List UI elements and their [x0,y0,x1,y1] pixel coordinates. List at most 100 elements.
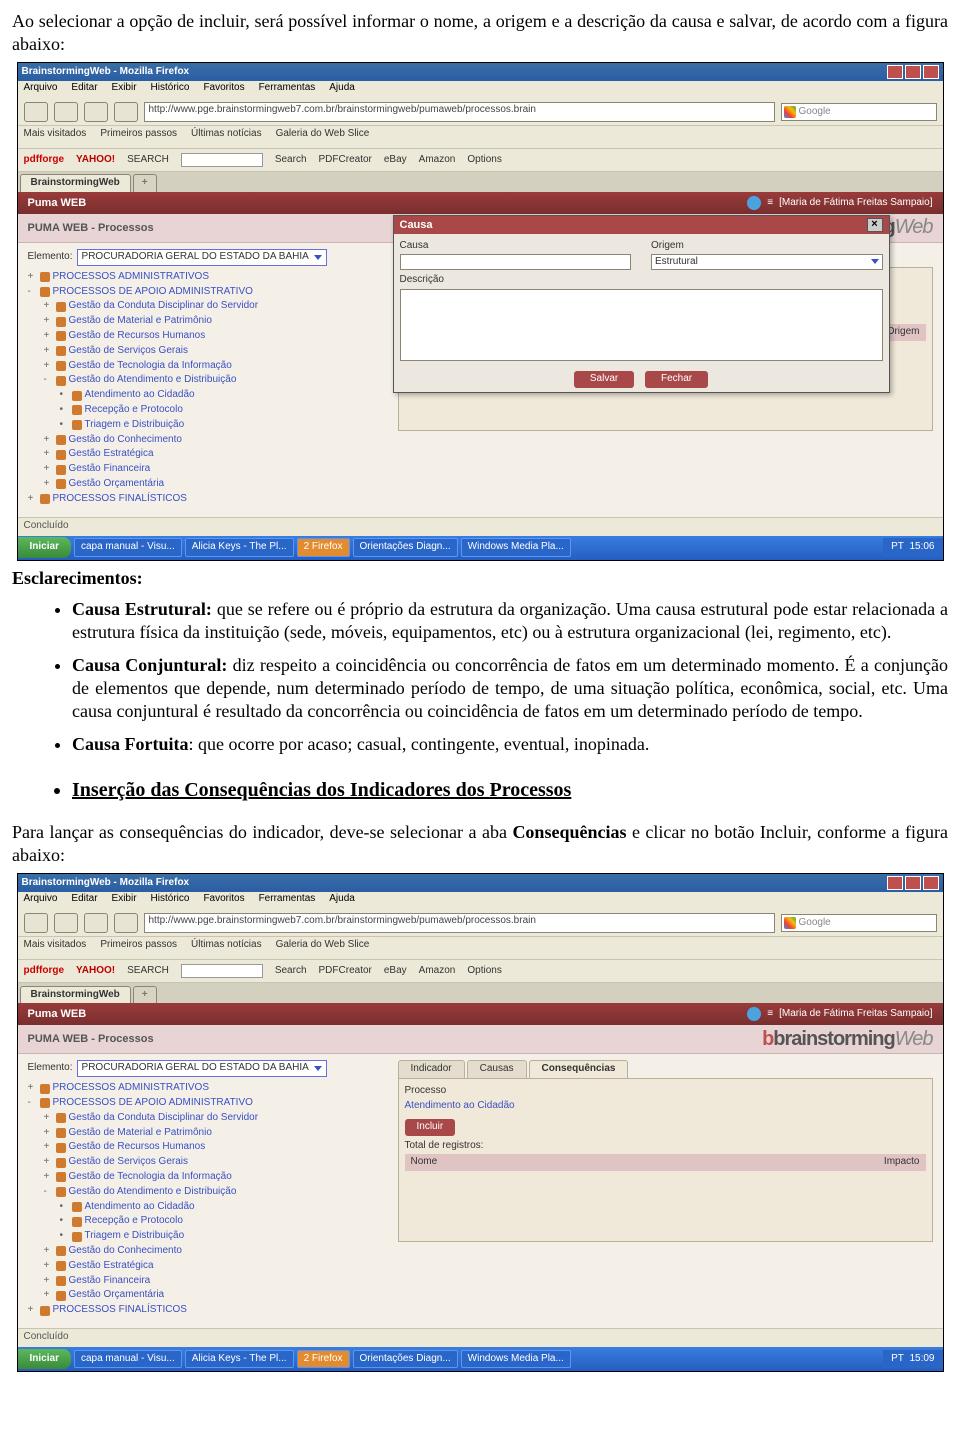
tab-consequencias[interactable]: Consequências [529,1060,629,1078]
tree-node[interactable]: •Atendimento ao Cidadão [60,1200,388,1215]
task-item[interactable]: capa manual - Visu... [74,538,182,557]
help-icon[interactable] [747,196,761,210]
options-link[interactable]: Options [467,965,501,978]
tree-node[interactable]: -Gestão do Atendimento e Distribuição [44,1185,388,1200]
menu-arquivo[interactable]: Arquivo [24,893,58,909]
menu-favoritos[interactable]: Favoritos [203,82,244,98]
task-item[interactable]: 2 Firefox [297,1350,350,1369]
tree-node[interactable]: •Recepção e Protocolo [60,403,388,418]
tree-node[interactable]: •Triagem e Distribuição [60,418,388,433]
tree-node[interactable]: •Atendimento ao Cidadão [60,388,388,403]
tree-node[interactable]: +Gestão do Conhecimento [44,433,388,448]
browser-menubar[interactable]: Arquivo Editar Exibir Histórico Favorito… [18,892,943,910]
tree-node[interactable]: +Gestão Orçamentária [44,477,388,492]
window-controls[interactable] [887,65,939,79]
yahoo-search-button[interactable]: Search [275,154,307,167]
tree-node[interactable]: -PROCESSOS DE APOIO ADMINISTRATIVO [28,1096,388,1111]
tree-node[interactable]: +Gestão da Conduta Disciplinar do Servid… [44,299,388,314]
bookmark-item[interactable]: Mais visitados [24,939,87,957]
pdfcreator-link[interactable]: PDFCreator [319,965,372,978]
task-item[interactable]: 2 Firefox [297,538,350,557]
browser-menubar[interactable]: Arquivo Editar Exibir Histórico Favorito… [18,81,943,99]
window-controls[interactable] [887,876,939,890]
menu-ferramentas[interactable]: Ferramentas [259,893,316,909]
ebay-link[interactable]: eBay [384,154,407,167]
bookmark-item[interactable]: Primeiros passos [100,939,177,957]
back-button[interactable] [24,913,48,933]
help-icon[interactable] [747,1007,761,1021]
tree-node[interactable]: •Recepção e Protocolo [60,1214,388,1229]
salvar-button[interactable]: Salvar [574,371,634,388]
menu-exibir[interactable]: Exibir [112,893,137,909]
origem-select[interactable]: Estrutural [651,254,883,270]
options-link[interactable]: Options [467,154,501,167]
home-button[interactable] [114,102,138,122]
url-bar[interactable]: http://www.pge.brainstormingweb7.com.br/… [144,102,775,122]
tree-node[interactable]: +Gestão do Conhecimento [44,1244,388,1259]
tree-node[interactable]: +Gestão de Serviços Gerais [44,1155,388,1170]
task-item[interactable]: Alicia Keys - The Pl... [185,538,294,557]
browser-search[interactable]: Google [781,914,937,932]
pdfforge-link[interactable]: pdfforge [24,965,65,978]
tree-node[interactable]: +PROCESSOS ADMINISTRATIVOS [28,1081,388,1096]
tree-node[interactable]: +Gestão de Serviços Gerais [44,344,388,359]
task-item[interactable]: capa manual - Visu... [74,1350,182,1369]
tree-node[interactable]: +Gestão Financeira [44,1274,388,1289]
menu-ajuda[interactable]: Ajuda [329,82,355,98]
reload-button[interactable] [84,102,108,122]
pdfforge-link[interactable]: pdfforge [24,154,65,167]
ebay-link[interactable]: eBay [384,965,407,978]
menu-arquivo[interactable]: Arquivo [24,82,58,98]
tree-node[interactable]: +Gestão de Material e Patrimônio [44,314,388,329]
tree-node[interactable]: +Gestão Financeira [44,462,388,477]
back-button[interactable] [24,102,48,122]
menu-historico[interactable]: Histórico [151,893,190,909]
tree-node[interactable]: +Gestão Estratégica [44,1259,388,1274]
fechar-button[interactable]: Fechar [645,371,708,388]
menu-ferramentas[interactable]: Ferramentas [259,82,316,98]
forward-button[interactable] [54,913,78,933]
menu-exibir[interactable]: Exibir [112,82,137,98]
tree-node[interactable]: -PROCESSOS DE APOIO ADMINISTRATIVO [28,285,388,300]
tree-node[interactable]: +Gestão da Conduta Disciplinar do Servid… [44,1111,388,1126]
elemento-combo[interactable]: PROCURADORIA GERAL DO ESTADO DA BAHIA [77,249,327,266]
tree-node[interactable]: +PROCESSOS FINALÍSTICOS [28,492,388,507]
elemento-combo[interactable]: PROCURADORIA GERAL DO ESTADO DA BAHIA [77,1060,327,1077]
amazon-link[interactable]: Amazon [419,965,456,978]
tree-node[interactable]: +Gestão de Tecnologia da Informação [44,1170,388,1185]
tab-causas[interactable]: Causas [467,1060,527,1078]
amazon-link[interactable]: Amazon [419,154,456,167]
bookmarks-bar[interactable]: Mais visitados Primeiros passos Últimas … [18,126,943,149]
yahoo-search-input[interactable] [181,153,263,167]
browser-tab[interactable]: BrainstormingWeb [20,986,131,1004]
start-button[interactable]: Iniciar [18,1349,71,1370]
tree-node[interactable]: •Triagem e Distribuição [60,1229,388,1244]
yahoo-search-input[interactable] [181,964,263,978]
bookmark-item[interactable]: Galeria do Web Slice [276,128,370,146]
tree-node[interactable]: +Gestão de Material e Patrimônio [44,1126,388,1141]
start-button[interactable]: Iniciar [18,537,71,558]
browser-search[interactable]: Google [781,103,937,121]
menu-favoritos[interactable]: Favoritos [203,893,244,909]
tree-node[interactable]: +PROCESSOS ADMINISTRATIVOS [28,270,388,285]
menu-historico[interactable]: Histórico [151,82,190,98]
causa-input[interactable] [400,254,632,270]
tree-node[interactable]: +Gestão de Tecnologia da Informação [44,359,388,374]
task-item[interactable]: Windows Media Pla... [461,1350,571,1369]
menu-editar[interactable]: Editar [71,893,97,909]
process-tree[interactable]: +PROCESSOS ADMINISTRATIVOS-PROCESSOS DE … [28,270,388,507]
tree-node[interactable]: +Gestão Orçamentária [44,1288,388,1303]
tree-node[interactable]: -Gestão do Atendimento e Distribuição [44,373,388,388]
task-item[interactable]: Orientações Diagn... [353,1350,458,1369]
task-item[interactable]: Windows Media Pla... [461,538,571,557]
descricao-textarea[interactable] [400,289,883,361]
bookmark-item[interactable]: Galeria do Web Slice [276,939,370,957]
url-bar[interactable]: http://www.pge.brainstormingweb7.com.br/… [144,913,775,933]
yahoo-search-button[interactable]: Search [275,965,307,978]
incluir-button[interactable]: Incluir [405,1119,456,1136]
bookmark-item[interactable]: Mais visitados [24,128,87,146]
tree-node[interactable]: +Gestão Estratégica [44,447,388,462]
menu-editar[interactable]: Editar [71,82,97,98]
tree-node[interactable]: +Gestão de Recursos Humanos [44,1140,388,1155]
bookmark-item[interactable]: Últimas notícias [191,939,262,957]
